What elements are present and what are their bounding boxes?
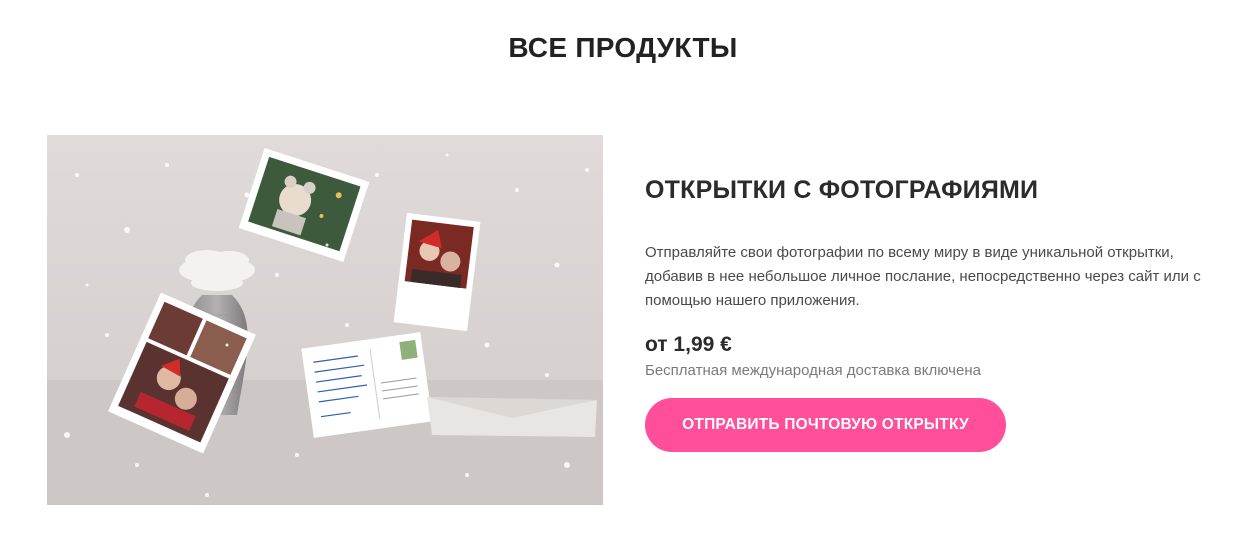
product-image[interactable]: [47, 135, 603, 505]
product-info: ОТКРЫТКИ С ФОТОГРАФИЯМИ Отправляйте свои…: [645, 176, 1205, 379]
send-postcard-button[interactable]: ОТПРАВИТЬ ПОЧТОВУЮ ОТКРЫТКУ: [645, 398, 1006, 452]
product-price: от 1,99 €: [645, 333, 732, 356]
product-title: ОТКРЫТКИ С ФОТОГРАФИЯМИ: [645, 176, 1039, 204]
shipping-note: Бесплатная международная доставка включе…: [645, 362, 981, 379]
product-description: Отправляйте свои фотографии по всему мир…: [645, 244, 1201, 309]
section-title: ВСЕ ПРОДУКТЫ: [508, 32, 738, 63]
